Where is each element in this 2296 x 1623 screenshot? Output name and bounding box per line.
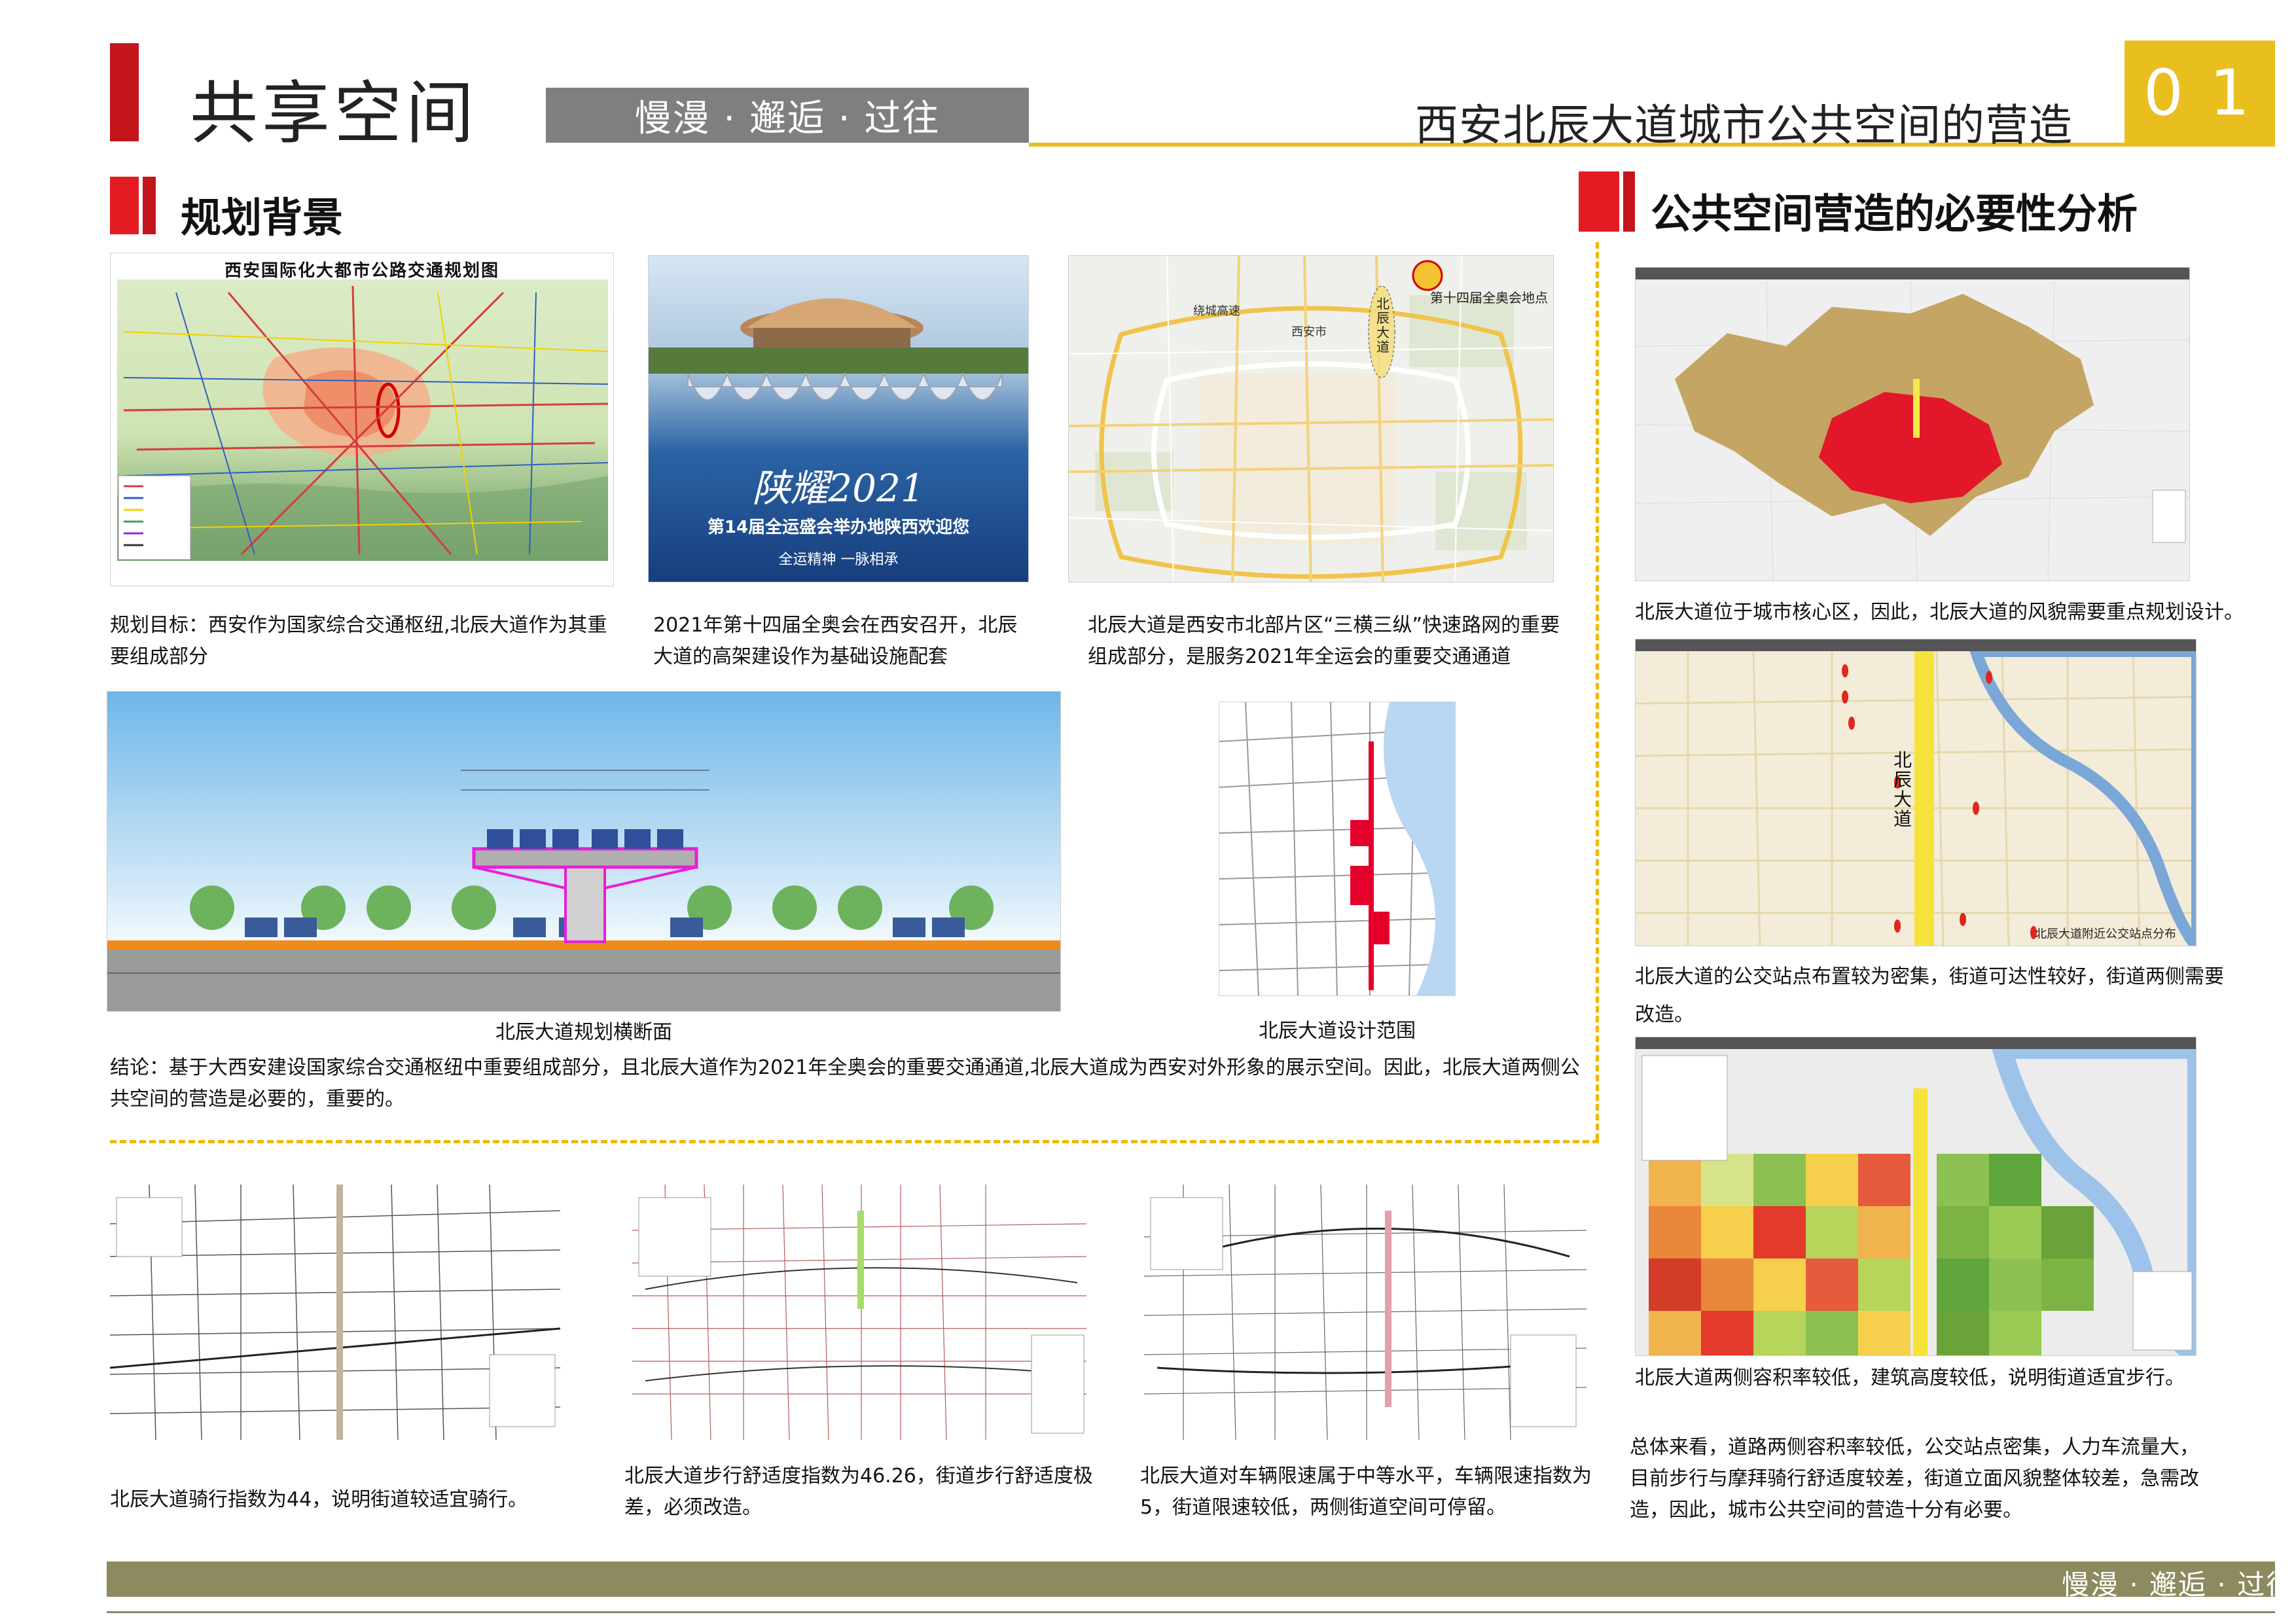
section-marker xyxy=(1623,171,1635,232)
section-title-background: 规划背景 xyxy=(181,194,344,241)
walking-comfort-map xyxy=(632,1185,1086,1440)
header-red-bar xyxy=(110,43,139,141)
page-title: 共享空间 xyxy=(190,73,478,153)
map-window-titlebar xyxy=(1636,1037,2196,1049)
floor-area-ratio-map xyxy=(1635,1037,2197,1356)
highway-planning-map: 西安国际化大都市公路交通规划图 xyxy=(110,253,614,586)
footer-slogan: 慢漫 · 邂逅 · 过往 xyxy=(2062,1569,2295,1601)
stadium-illustration xyxy=(649,298,1028,401)
caption-floor-area-ratio: 北辰大道两侧容积率较低，建筑高度较低，说明街道适宜步行。 xyxy=(1635,1366,2185,1389)
map-road-label: 北辰大道 xyxy=(1893,749,1912,830)
cycling-index-map xyxy=(110,1185,560,1440)
far-graphic xyxy=(1636,1049,2196,1355)
cross-section-graphic xyxy=(107,770,1060,1011)
map-label-city: 西安市 xyxy=(1291,325,1327,339)
section-marker xyxy=(143,177,156,234)
design-range-map xyxy=(1219,702,1456,996)
poster-title: 陕耀2021 xyxy=(752,466,925,510)
section-marker xyxy=(110,177,139,234)
map-legend-bus: 北辰大道附近公交站点分布 xyxy=(2035,927,2176,941)
map-window-titlebar xyxy=(1636,268,2189,279)
caption-cycling-index: 北辰大道骑行指数为44，说明街道较适宜骑行。 xyxy=(110,1488,528,1511)
caption-road-network: 北辰大道是西安市北部片区“三横三纵”快速路网的重要组成部分，是服务2021年全运… xyxy=(1088,614,1560,668)
speed-map-graphic xyxy=(1144,1185,1587,1440)
caption-planning-goal: 规划目标：西安作为国家综合交通枢纽,北辰大道作为其重要组成部分 xyxy=(110,614,607,668)
city-core-map xyxy=(1635,267,2190,581)
footer-bar xyxy=(107,1561,2275,1597)
project-title: 西安北辰大道城市公共空间的营造 xyxy=(1415,100,2073,151)
map-label-site: 第十四届全奥会地点 xyxy=(1430,290,1548,306)
map-label-road: 北辰大道 xyxy=(1376,296,1390,355)
caption-design-range: 北辰大道设计范围 xyxy=(1259,1020,1416,1043)
conclusion-text: 结论：基于大西安建设国家综合交通枢纽中重要组成部分，且北辰大道作为2021年全奥… xyxy=(110,1056,1580,1111)
highway-map-graphic xyxy=(117,279,609,561)
poster-slogan-sub: 全运精神 一脉相承 xyxy=(778,552,899,568)
cross-section-drawing xyxy=(107,691,1061,1012)
bus-stop-map: 北辰大道 北辰大道附近公交站点分布 xyxy=(1635,639,2197,946)
footer-line xyxy=(107,1611,2275,1613)
games-poster: 陕耀2021 第14届全运盛会举办地陕西欢迎您 全运精神 一脉相承 xyxy=(648,255,1029,582)
caption-city-core: 北辰大道位于城市核心区，因此，北辰大道的风貌需要重点规划设计。 xyxy=(1635,601,2244,624)
summary-text: 总体来看，道路两侧容积率较低，公交站点密集，人力车流量大，目前步行与摩拜骑行舒适… xyxy=(1630,1436,2199,1522)
caption-speed-limit: 北辰大道对车辆限速属于中等水平，车辆限速指数为5，街道限速较低，两侧街道空间可停… xyxy=(1140,1465,1592,1519)
map-window-titlebar xyxy=(1636,639,2196,651)
design-range-graphic xyxy=(1219,702,1455,995)
map-title: 西安国际化大都市公路交通规划图 xyxy=(224,261,499,281)
caption-cross-section: 北辰大道规划横断面 xyxy=(495,1021,672,1044)
dashed-divider xyxy=(1596,242,1599,1140)
map-label-ring: 绕城高速 xyxy=(1193,304,1240,318)
caption-walking-comfort: 北辰大道步行舒适度指数为46.26，街道步行舒适度极差，必须改造。 xyxy=(624,1465,1093,1519)
page-number: 01 xyxy=(2125,41,2275,145)
walking-map-graphic xyxy=(632,1185,1086,1440)
dashed-divider xyxy=(110,1140,1599,1143)
city-location-map: 第十四届全奥会地点 北辰大道 西安市 绕城高速 xyxy=(1068,255,1554,582)
speed-limit-map xyxy=(1144,1185,1587,1440)
poster-slogan: 第14届全运盛会举办地陕西欢迎您 xyxy=(707,518,970,537)
bus-stop-graphic xyxy=(1636,651,2196,946)
section-marker xyxy=(1579,171,1619,232)
city-core-graphic xyxy=(1636,281,2189,580)
section-title-analysis: 公共空间营造的必要性分析 xyxy=(1651,190,2138,238)
cycling-map-graphic xyxy=(110,1185,560,1440)
subtitle-banner: 慢漫 · 邂逅 · 过往 xyxy=(546,88,1029,143)
caption-bus-stops: 北辰大道的公交站点布置较为密集，街道可达性较好，街道两侧需要改造。 xyxy=(1635,965,2224,1026)
caption-games: 2021年第十四届全奥会在西安召开，北辰大道的高架建设作为基础设施配套 xyxy=(653,614,1018,668)
